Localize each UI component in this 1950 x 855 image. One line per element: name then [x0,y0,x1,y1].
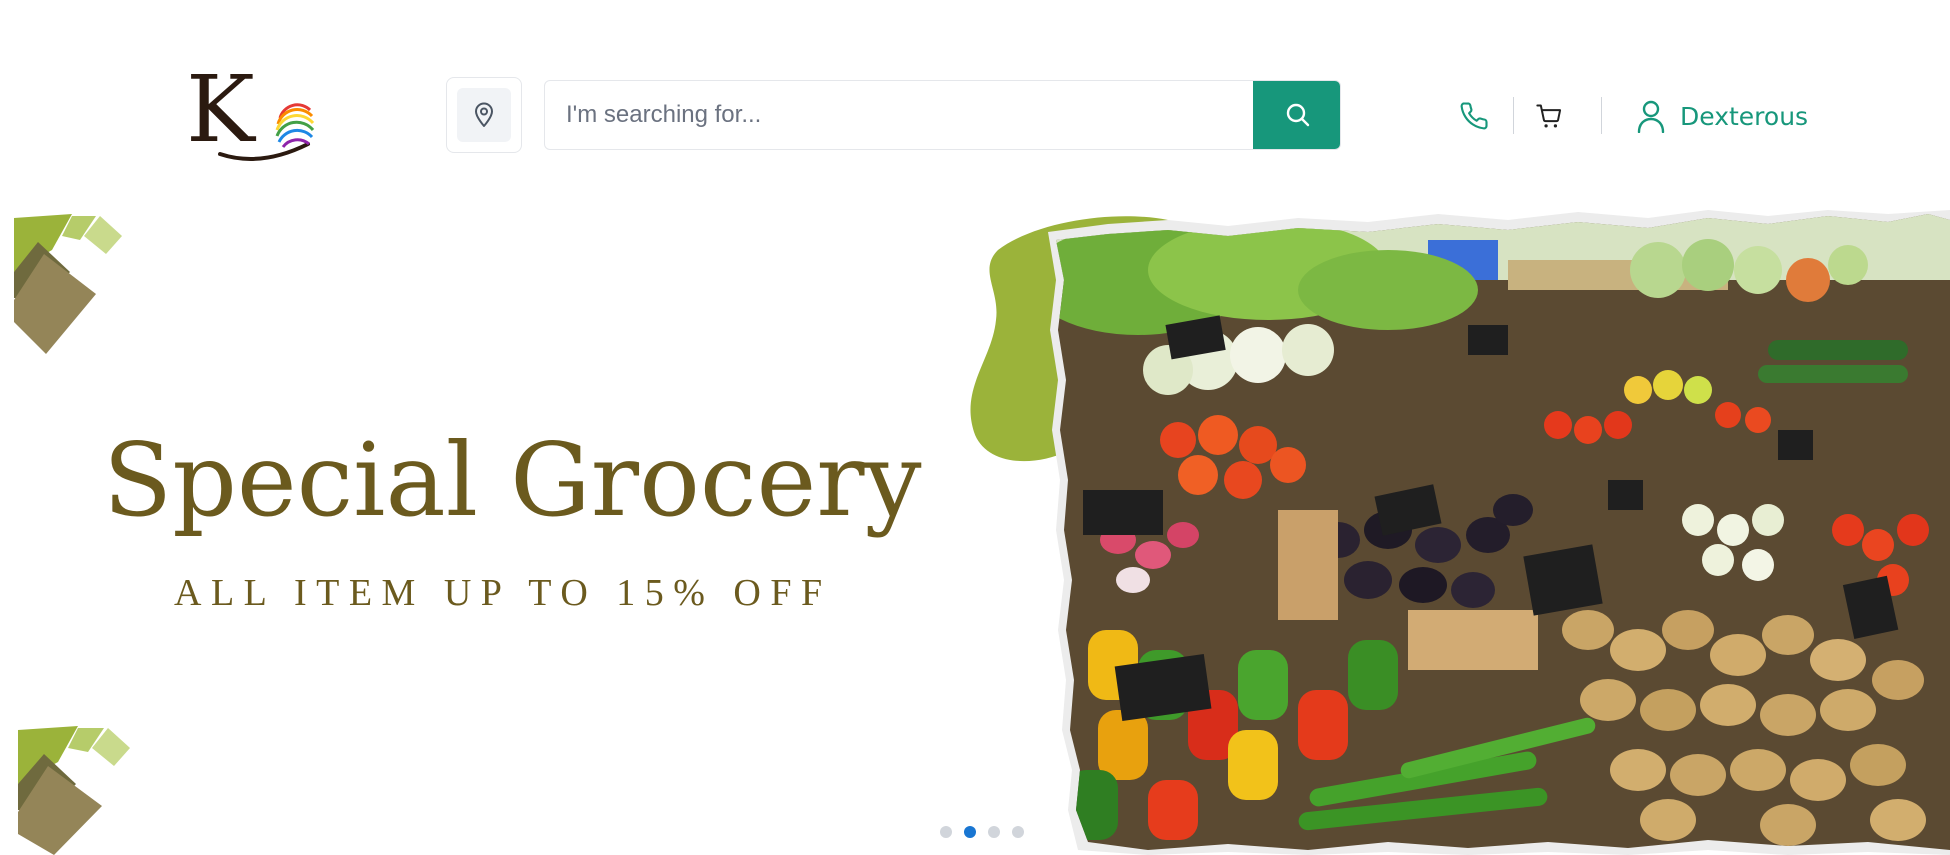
cart-button[interactable] [1533,100,1565,132]
cart-icon [1536,104,1562,128]
hero-subtitle: ALL ITEM UP TO 15% OFF [174,572,832,614]
carousel-dot-active[interactable] [964,826,976,838]
location-button-inner [457,88,511,142]
search-icon [1286,103,1309,127]
map-pin-icon [475,102,493,127]
logo-swoosh-icon [218,103,315,161]
header-divider [1513,97,1514,134]
carousel-dots [940,826,1024,838]
carousel-dot[interactable] [1012,826,1024,838]
search-bar [544,80,1341,150]
page: K I'm searching for... Dexterous Special… [0,0,1950,855]
header-divider [1601,97,1602,134]
hero-title: Special Grocery [103,421,922,539]
carousel-dot[interactable] [940,826,952,838]
location-button[interactable] [446,77,522,153]
search-button[interactable] [1253,81,1340,149]
brand-logo[interactable]: K [180,64,320,161]
user-icon [1637,100,1665,133]
phone-button[interactable] [1458,100,1490,132]
account-name: Dexterous [1680,101,1809,131]
bottom-left-leaf-decoration [18,726,130,855]
search-input[interactable] [545,81,1253,149]
top-left-leaf-decoration [14,214,122,354]
account-menu[interactable]: Dexterous [1636,98,1808,134]
vegetable-market-image [970,210,1950,855]
phone-icon [1460,102,1488,130]
carousel-dot[interactable] [988,826,1000,838]
